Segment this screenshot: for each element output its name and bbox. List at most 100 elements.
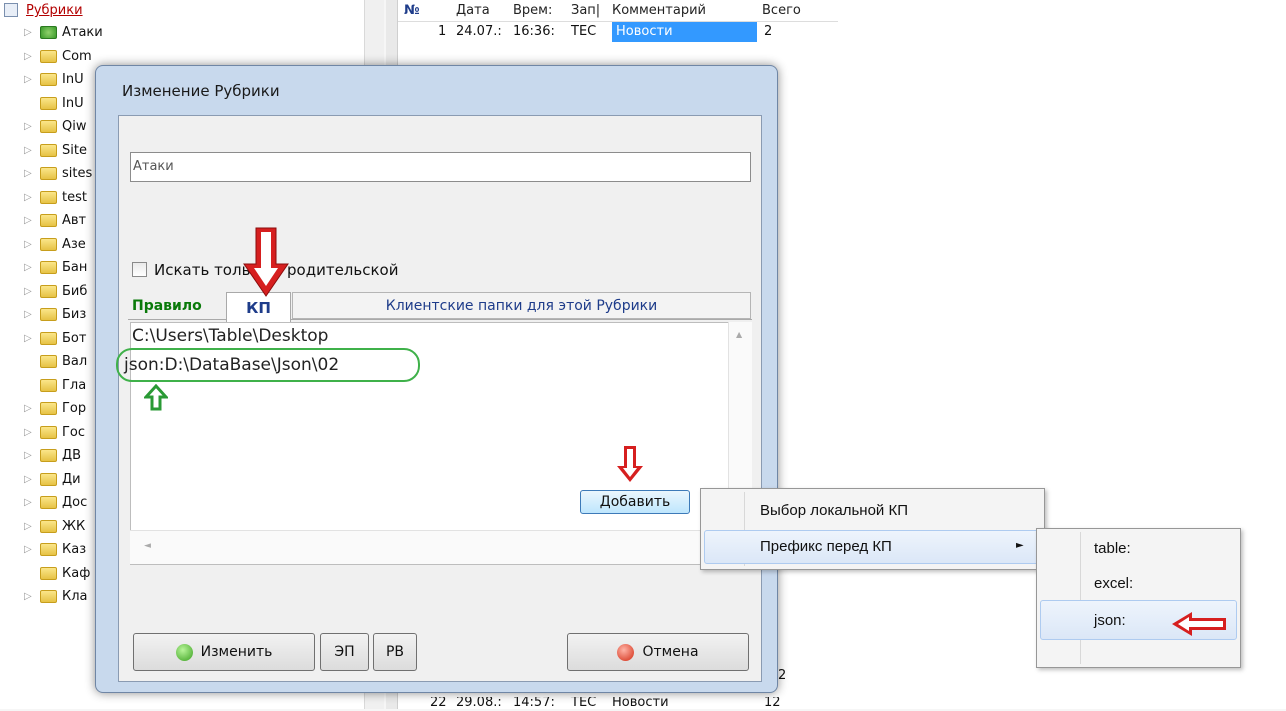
col-num[interactable]: №	[404, 3, 420, 18]
expand-arrow-icon[interactable]: ▷	[24, 69, 32, 91]
tree-item-label: Биз	[62, 307, 87, 322]
expand-arrow-icon[interactable]: ▷	[24, 116, 32, 138]
tree-item-label: Каф	[62, 565, 91, 581]
menu-item-table[interactable]: table:	[1094, 540, 1131, 557]
rv-button[interactable]: РВ	[373, 633, 417, 671]
red-left-arrow-icon	[1172, 612, 1226, 636]
folder-icon	[40, 331, 57, 345]
tree-item-label: test	[62, 189, 87, 205]
col-code[interactable]: Зап|	[571, 3, 600, 18]
highlight-oval	[116, 348, 420, 382]
cell-total: 12	[764, 697, 781, 710]
expand-arrow-icon[interactable]: ▷	[24, 422, 32, 444]
expand-arrow-icon[interactable]: ▷	[24, 163, 32, 185]
expand-arrow-icon[interactable]: ▷	[24, 539, 32, 561]
tree-item-label: Вал	[62, 354, 88, 369]
folder-icon	[40, 496, 57, 509]
tree-item-label: Кла	[62, 589, 88, 604]
folder-icon	[40, 190, 57, 204]
col-date[interactable]: Дата	[456, 3, 490, 18]
expand-arrow-icon[interactable]: ▷	[24, 469, 32, 491]
tree-item-label: InU	[62, 95, 84, 111]
tree-item-label: Qiw	[62, 119, 87, 134]
checked-folder-icon	[40, 26, 57, 39]
expand-arrow-icon[interactable]: ▷	[24, 187, 32, 209]
menu-separator	[1080, 532, 1081, 664]
col-comment[interactable]: Комментарий	[612, 3, 706, 18]
tree-item-label: Site	[62, 142, 87, 158]
tree-item[interactable]: ▷ Атаки	[0, 22, 384, 44]
folder-icon	[40, 566, 57, 580]
submenu-arrow-icon: ►	[1016, 540, 1024, 551]
folder-icon	[40, 167, 57, 180]
tree-item-label: Ди	[62, 471, 81, 487]
expand-arrow-icon[interactable]: ▷	[24, 328, 32, 350]
scroll-up-icon[interactable]: ▲	[736, 330, 742, 339]
expand-arrow-icon[interactable]: ▷	[24, 398, 32, 420]
rubric-name-input[interactable]: Атаки	[130, 152, 751, 182]
expand-arrow-icon[interactable]: ▷	[24, 140, 32, 162]
expand-arrow-icon[interactable]: ▷	[24, 234, 32, 256]
scroll-left-icon[interactable]: ◄	[144, 541, 151, 551]
tree-item-label: ДВ	[62, 448, 82, 463]
folder-icon	[40, 214, 57, 227]
tree-item-label: Дос	[62, 495, 88, 510]
folder-icon	[40, 543, 57, 556]
cell-total: 2	[764, 24, 773, 39]
cell-comment-selected[interactable]: Новости	[612, 22, 757, 42]
red-down-arrow-icon	[617, 446, 643, 482]
table-row[interactable]: 1 24.07.: 16:36: TEC Новости 2	[400, 22, 840, 42]
tree-item-label: sites	[62, 166, 93, 181]
green-dot-icon	[175, 643, 193, 661]
kp-list-hscrollbar[interactable]: ◄	[130, 530, 728, 564]
cancel-button[interactable]: Отмена	[567, 633, 749, 671]
cell-num: 22	[430, 697, 447, 710]
menu-item-excel[interactable]: excel:	[1094, 575, 1133, 592]
folder-icon	[40, 590, 57, 603]
expand-arrow-icon[interactable]: ▷	[24, 46, 32, 68]
tab-client-folders[interactable]: Клиентские папки для этой Рубрики	[292, 292, 751, 319]
green-up-arrow-icon	[144, 384, 168, 411]
col-total[interactable]: Всего	[762, 3, 801, 18]
folder-icon	[40, 519, 57, 533]
expand-arrow-icon[interactable]: ▷	[24, 281, 32, 303]
expand-arrow-icon[interactable]: ▷	[24, 304, 32, 326]
cell-time: 16:36:	[513, 24, 555, 39]
menu-item-json[interactable]: json:	[1094, 612, 1126, 629]
expand-arrow-icon[interactable]: ▷	[24, 22, 32, 44]
tree-item-label: Бот	[62, 330, 87, 346]
col-time[interactable]: Врем:	[513, 3, 552, 18]
ep-button[interactable]: ЭП	[320, 633, 369, 671]
cell-date: 24.07.:	[456, 24, 502, 39]
folder-icon	[40, 261, 57, 274]
folder-icon	[40, 120, 57, 133]
kp-path-item[interactable]: C:\Users\Table\Desktop	[132, 326, 328, 346]
menu-item-local-kp[interactable]: Выбор локальной КП	[760, 502, 908, 519]
folder-icon	[40, 472, 57, 486]
change-button[interactable]: Изменить	[133, 633, 315, 671]
expand-arrow-icon[interactable]: ▷	[24, 445, 32, 467]
tree-item-label: Бан	[62, 260, 88, 275]
expand-arrow-icon[interactable]: ▷	[24, 492, 32, 514]
menu-item-kp-prefix[interactable]: Префикс перед КП	[760, 538, 892, 555]
folder-icon	[40, 378, 57, 392]
cell-date: 29.08.:	[456, 697, 502, 710]
tree-item-label: InU	[62, 72, 84, 87]
prefix-submenu	[1036, 528, 1241, 668]
folder-icon	[40, 402, 57, 415]
expand-arrow-icon[interactable]: ▷	[24, 257, 32, 279]
expand-arrow-icon[interactable]: ▷	[24, 210, 32, 232]
add-button[interactable]: Добавить	[580, 490, 690, 514]
red-dot-icon	[617, 643, 635, 661]
tree-root-label[interactable]: Рубрики	[26, 3, 83, 18]
folder-icon	[40, 355, 57, 368]
cell-comment: Новости	[612, 697, 669, 710]
grid-header: № Дата Врем: Зап| Комментарий Всего	[398, 0, 838, 22]
expand-arrow-icon[interactable]: ▷	[24, 516, 32, 538]
tab-rule[interactable]: Правило	[132, 298, 202, 314]
folder-icon	[40, 237, 57, 251]
expand-arrow-icon[interactable]: ▷	[24, 586, 32, 608]
tree-root-icon	[4, 3, 18, 17]
parent-only-checkbox[interactable]	[132, 262, 147, 277]
cell-num: 1	[438, 24, 447, 39]
